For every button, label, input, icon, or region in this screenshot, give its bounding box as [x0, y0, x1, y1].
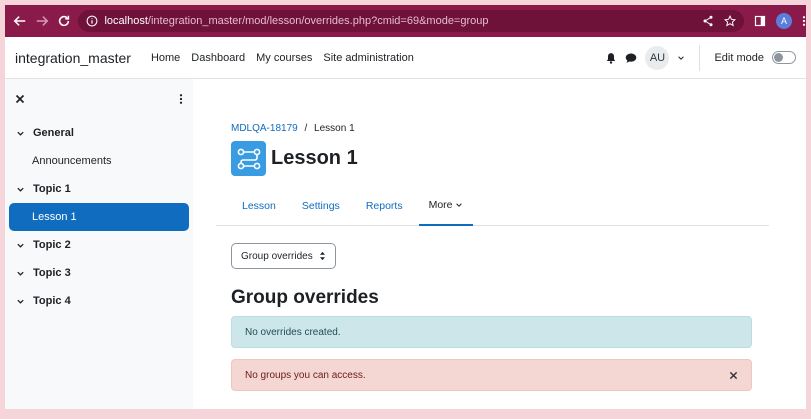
profile-avatar[interactable]: A	[776, 13, 793, 29]
close-drawer-icon[interactable]	[15, 94, 25, 104]
info-alert-text: No overrides created.	[245, 326, 341, 338]
chevron-down-icon[interactable]	[16, 185, 25, 194]
notifications-bell-icon[interactable]	[605, 52, 617, 64]
chevron-down-icon[interactable]	[16, 297, 25, 306]
section-topic-2[interactable]: Topic 2	[5, 231, 193, 259]
side-panel-icon[interactable]	[754, 15, 766, 27]
messages-icon[interactable]	[625, 52, 637, 64]
section-topic-3[interactable]: Topic 3	[5, 259, 193, 287]
section-topic-1[interactable]: Topic 1	[5, 175, 193, 203]
navbar-divider	[699, 44, 701, 71]
tab-reports[interactable]: Reports	[356, 186, 413, 225]
url-host: localhost	[104, 15, 148, 27]
edit-mode-label: Edit mode	[714, 51, 764, 64]
reload-icon[interactable]	[55, 12, 73, 30]
edit-mode-toggle[interactable]	[772, 51, 796, 64]
tab-more[interactable]: More	[418, 186, 473, 226]
drawer-options-icon[interactable]	[179, 93, 183, 105]
overrides-mode-select[interactable]: Group overrides	[231, 243, 336, 269]
url-path: /integration_master/mod/lesson/overrides…	[147, 15, 489, 27]
breadcrumb: MDLQA-18179 / Lesson 1	[231, 123, 355, 134]
lesson-activity-icon	[231, 141, 266, 176]
breadcrumb-current: Lesson 1	[314, 123, 355, 134]
info-alert: No overrides created.	[231, 316, 752, 348]
section-label: Topic 4	[33, 295, 71, 307]
tab-more-label: More	[428, 199, 453, 211]
close-icon[interactable]	[729, 371, 738, 380]
back-icon[interactable]	[11, 12, 29, 30]
section-heading: Group overrides	[231, 287, 379, 308]
browser-toolbar: localhost/integration_master/mod/lesson/…	[5, 5, 806, 37]
tab-lesson[interactable]: Lesson	[232, 186, 286, 225]
nav-my-courses[interactable]: My courses	[256, 52, 312, 64]
forward-icon[interactable]	[33, 12, 51, 30]
sidebar-item-announcements[interactable]: Announcements	[5, 147, 193, 175]
site-navbar: integration_master Home Dashboard My cou…	[5, 37, 806, 79]
section-label: Topic 2	[33, 239, 71, 251]
chevron-down-icon[interactable]	[16, 269, 25, 278]
user-menu-chevron-down-icon[interactable]	[677, 54, 685, 62]
browser-window: localhost/integration_master/mod/lesson/…	[5, 5, 806, 409]
course-index-drawer: General Announcements Topic 1 Lesson 1 T…	[5, 79, 193, 409]
toggle-knob	[774, 53, 783, 62]
nav-dashboard[interactable]: Dashboard	[191, 52, 245, 64]
error-alert-text: No groups you can access.	[245, 369, 366, 381]
site-info-icon[interactable]	[86, 15, 98, 27]
section-label: Topic 1	[33, 183, 71, 195]
section-topic-4[interactable]: Topic 4	[5, 287, 193, 315]
nav-home[interactable]: Home	[151, 52, 180, 64]
page-title: Lesson 1	[271, 147, 358, 169]
chevron-down-icon[interactable]	[16, 129, 25, 138]
tab-settings[interactable]: Settings	[292, 186, 350, 225]
address-bar[interactable]: localhost/integration_master/mod/lesson/…	[78, 10, 745, 32]
section-general[interactable]: General	[5, 119, 193, 147]
nav-site-administration[interactable]: Site administration	[323, 52, 414, 64]
chevron-down-icon[interactable]	[16, 241, 25, 250]
user-avatar[interactable]: AU	[645, 45, 670, 70]
error-alert: No groups you can access.	[231, 359, 752, 391]
section-label: Topic 3	[33, 267, 71, 279]
breadcrumb-course-link[interactable]: MDLQA-18179	[231, 123, 298, 134]
bookmark-star-icon[interactable]	[724, 15, 737, 27]
browser-menu-icon[interactable]	[802, 15, 806, 27]
overrides-select-value: Group overrides	[241, 250, 313, 262]
page-header: Lesson 1	[231, 141, 358, 176]
chevron-down-icon	[455, 203, 462, 207]
secondary-navigation: Lesson Settings Reports More	[216, 186, 769, 226]
sidebar-item-lesson-1[interactable]: Lesson 1	[9, 203, 189, 231]
breadcrumb-separator: /	[304, 123, 308, 134]
select-updown-icon	[319, 251, 325, 261]
site-name[interactable]: integration_master	[15, 50, 131, 66]
section-label: General	[33, 127, 74, 139]
share-icon[interactable]	[702, 15, 714, 27]
